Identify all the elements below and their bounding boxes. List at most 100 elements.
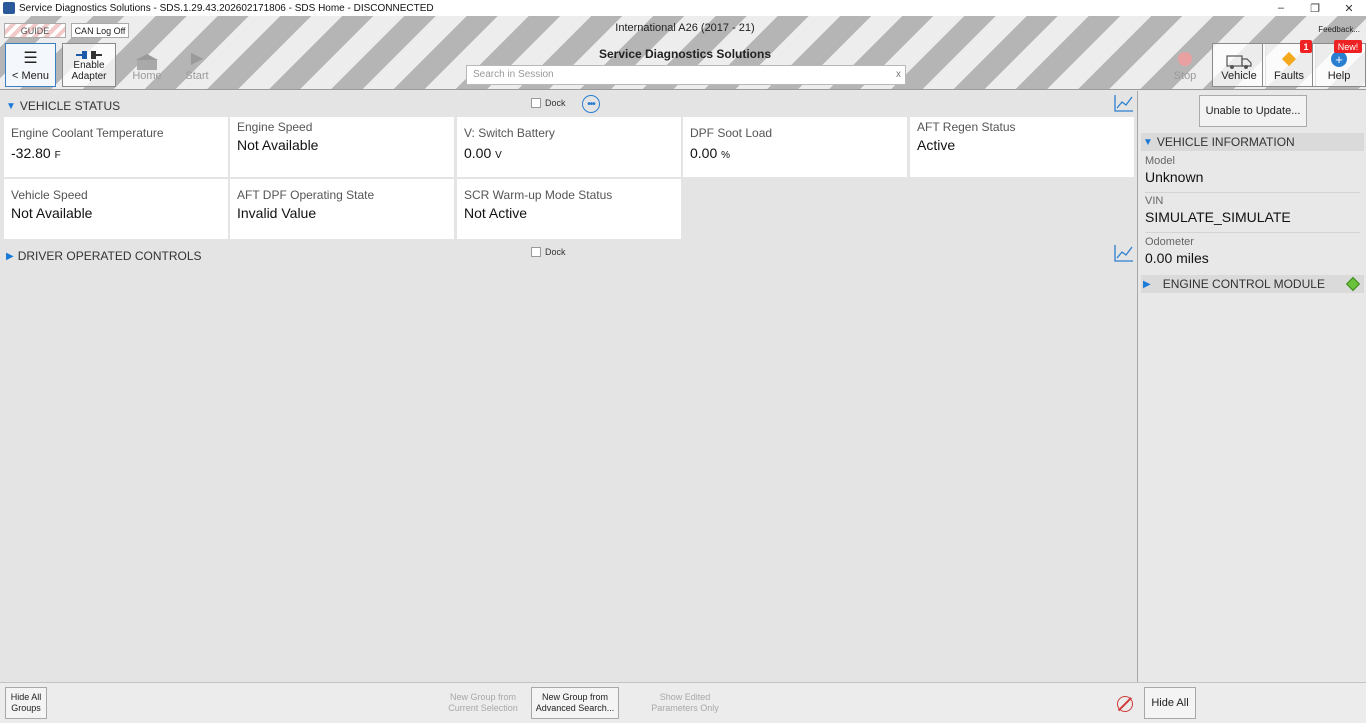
- unable-to-update-button[interactable]: Unable to Update...: [1199, 95, 1307, 127]
- maximize-button[interactable]: ❐: [1298, 0, 1332, 16]
- stop-label: Stop: [1173, 70, 1197, 82]
- tile-label: AFT Regen Status: [917, 120, 1016, 134]
- enable-adapter-label-2: Adapter: [71, 71, 107, 82]
- ecm-title: ENGINE CONTROL MODULE: [1162, 277, 1325, 291]
- show-edited-parameters-button[interactable]: Show Edited Parameters Only: [642, 687, 728, 719]
- vehicle-information-title: VEHICLE INFORMATION: [1156, 135, 1295, 149]
- enable-adapter-button[interactable]: Enable Adapter: [62, 43, 116, 87]
- field-odometer: Odometer 0.00 miles: [1145, 236, 1360, 272]
- trend-chart-icon[interactable]: [1114, 244, 1134, 262]
- tile-value: 0.00 V: [464, 145, 502, 161]
- field-label: VIN: [1145, 195, 1164, 207]
- vehicle-header: International A26 (2017 - 21): [615, 22, 755, 34]
- vehicle-information-header[interactable]: ▼ VEHICLE INFORMATION: [1141, 133, 1364, 151]
- show-edited-label-2: Parameters Only: [651, 703, 719, 713]
- home-button[interactable]: Home: [120, 43, 174, 87]
- help-label: Help: [1327, 70, 1351, 82]
- tile-engine-speed[interactable]: Engine Speed Not Available: [230, 117, 454, 177]
- new-group-advanced-search-button[interactable]: New Group from Advanced Search...: [531, 687, 619, 719]
- stop-icon: [1178, 52, 1192, 66]
- tile-value: Not Available: [11, 205, 93, 221]
- ecm-status-icon: [1345, 276, 1361, 292]
- start-button[interactable]: ▶ Start: [170, 43, 224, 87]
- dock-checkbox-box: [531, 247, 541, 257]
- app-icon: [3, 2, 15, 14]
- trend-chart-icon[interactable]: [1114, 94, 1134, 112]
- new-group-selection-label-1: New Group from: [449, 692, 517, 702]
- dock-checkbox-box: [531, 98, 541, 108]
- new-group-current-selection-button[interactable]: New Group from Current Selection: [443, 687, 523, 719]
- mute-icon[interactable]: [1117, 696, 1133, 712]
- tile-vehicle-speed[interactable]: Vehicle Speed Not Available: [4, 179, 228, 239]
- home-icon: [136, 54, 158, 70]
- toolbar: GUIDE CAN Log Off ☰ < Menu Enable Adapte…: [0, 16, 1366, 90]
- search-input[interactable]: Search in Session x: [466, 65, 906, 85]
- tile-dpf-soot-load[interactable]: DPF Soot Load 0.00 %: [683, 117, 907, 177]
- tile-aft-regen-status[interactable]: AFT Regen Status Active: [910, 117, 1134, 177]
- tile-aft-dpf-operating-state[interactable]: AFT DPF Operating State Invalid Value: [230, 179, 454, 239]
- enable-adapter-label-1: Enable: [73, 60, 105, 71]
- help-icon: +: [1331, 51, 1347, 67]
- field-value: 0.00 miles: [1145, 250, 1209, 266]
- engine-control-module-row[interactable]: ▶ ENGINE CONTROL MODULE: [1141, 275, 1364, 293]
- field-label: Odometer: [1145, 236, 1194, 248]
- hide-all-groups-label-2: Groups: [11, 703, 41, 713]
- field-value: SIMULATE_SIMULATE: [1145, 209, 1291, 225]
- can-log-button[interactable]: CAN Log Off: [71, 23, 129, 38]
- hide-all-groups-button[interactable]: Hide All Groups: [5, 687, 47, 719]
- more-options-icon[interactable]: •••: [582, 95, 600, 113]
- menu-button[interactable]: ☰ < Menu: [5, 43, 56, 87]
- new-group-selection-label-2: Current Selection: [448, 703, 518, 713]
- tile-value: 0.00 %: [690, 145, 731, 161]
- adapter-plug-icon: [76, 51, 102, 59]
- home-label: Home: [132, 70, 162, 82]
- menu-label: < Menu: [12, 70, 49, 82]
- driver-controls-title: DRIVER OPERATED CONTROLS: [17, 249, 202, 263]
- tile-value: Invalid Value: [237, 205, 317, 221]
- vehicle-status-dock-checkbox[interactable]: Dock: [531, 98, 566, 108]
- faults-count-badge: 1: [1300, 40, 1312, 53]
- close-button[interactable]: ✕: [1332, 0, 1366, 16]
- dock-label: Dock: [545, 247, 566, 257]
- tile-switch-battery[interactable]: V: Switch Battery 0.00 V: [457, 117, 681, 177]
- driver-controls-dock-checkbox[interactable]: Dock: [531, 247, 566, 257]
- tile-value: Not Active: [464, 205, 528, 221]
- tile-value: Not Available: [237, 137, 319, 153]
- bottom-bar: Hide All Groups New Group from Current S…: [0, 682, 1366, 723]
- guide-button[interactable]: GUIDE: [4, 23, 66, 38]
- feedback-link[interactable]: Feedback...: [1318, 25, 1360, 34]
- stop-button[interactable]: Stop: [1158, 43, 1212, 87]
- clear-search-icon[interactable]: x: [896, 69, 901, 80]
- warning-diamond-icon: [1281, 51, 1297, 67]
- play-icon: ▶: [190, 50, 204, 67]
- hide-all-button[interactable]: Hide All: [1144, 687, 1196, 719]
- tile-engine-coolant-temperature[interactable]: Engine Coolant Temperature -32.80 F: [4, 117, 228, 177]
- dock-label: Dock: [545, 98, 566, 108]
- vehicle-status-header[interactable]: ▼ VEHICLE STATUS: [6, 99, 120, 113]
- truck-icon: [1226, 55, 1252, 69]
- tile-scr-warmup-mode-status[interactable]: SCR Warm-up Mode Status Not Active: [457, 179, 681, 239]
- tile-value: -32.80 F: [11, 145, 61, 161]
- tile-label: DPF Soot Load: [690, 126, 773, 140]
- collapse-triangle-icon: ▼: [6, 100, 16, 112]
- window-title: Service Diagnostics Solutions - SDS.1.29…: [19, 2, 434, 14]
- tile-label: SCR Warm-up Mode Status: [464, 188, 613, 202]
- tile-value: Active: [917, 137, 956, 153]
- search-placeholder: Search in Session: [473, 69, 554, 80]
- field-value: Unknown: [1145, 169, 1204, 185]
- field-vin: VIN SIMULATE_SIMULATE: [1145, 195, 1360, 233]
- hide-all-groups-label-1: Hide All: [10, 692, 42, 702]
- vehicle-label: Vehicle: [1221, 70, 1257, 82]
- tile-label: Vehicle Speed: [11, 188, 88, 202]
- field-label: Model: [1145, 155, 1175, 167]
- start-label: Start: [185, 70, 209, 82]
- faults-label: Faults: [1274, 70, 1304, 82]
- new-group-advanced-label-1: New Group from: [541, 692, 609, 702]
- driver-controls-header[interactable]: ▶ DRIVER OPERATED CONTROLS: [6, 249, 202, 263]
- show-edited-label-1: Show Edited: [659, 692, 711, 702]
- minimize-button[interactable]: –: [1264, 0, 1298, 16]
- field-model: Model Unknown: [1145, 155, 1360, 193]
- app-title: Service Diagnostics Solutions: [598, 47, 772, 61]
- vehicle-button[interactable]: Vehicle: [1212, 43, 1266, 87]
- tile-label: Engine Coolant Temperature: [11, 126, 164, 140]
